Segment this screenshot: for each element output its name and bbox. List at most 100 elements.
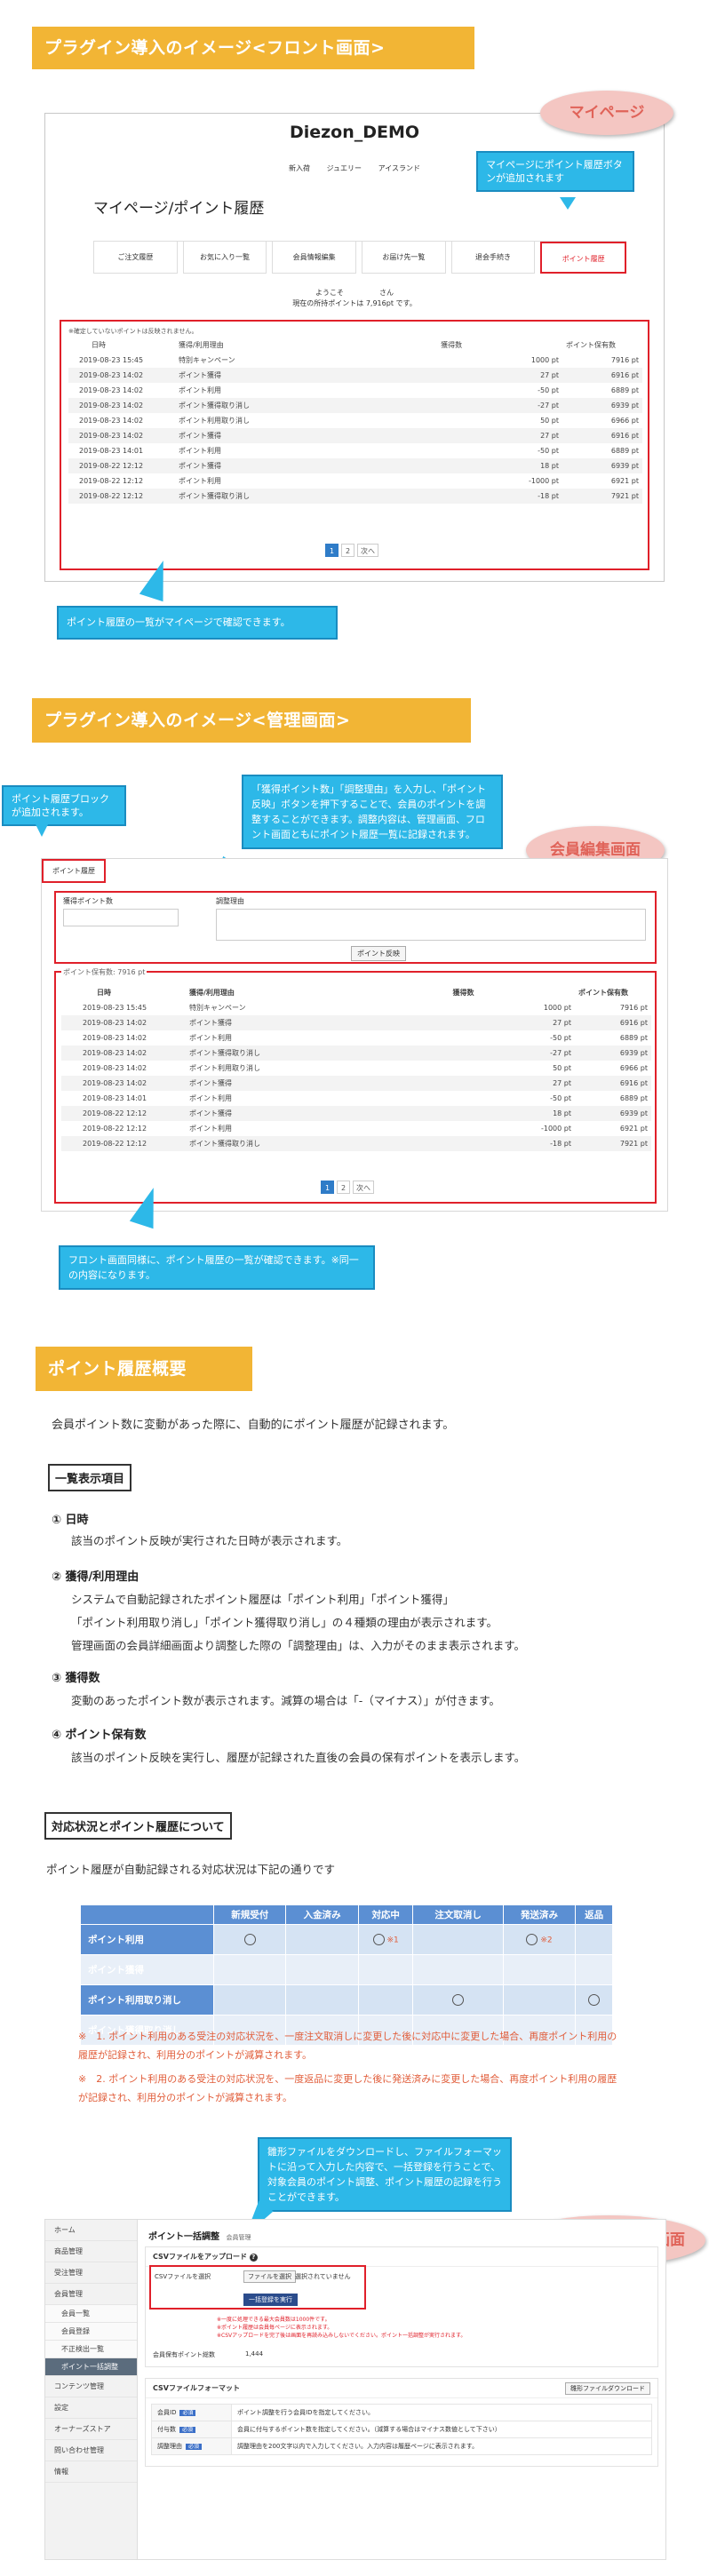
format-row: 会員ID 必須 ポイント調整を行う会員IDを指定してください。	[151, 2404, 652, 2421]
row-reason: ポイント獲得	[179, 432, 221, 440]
sidebar-item[interactable]: 設定	[45, 2397, 137, 2419]
upload-note: ※CSVアップロードを完了後は画面を再読み込みしないでください。ポイント一括調整…	[217, 2333, 466, 2339]
sidebar-item[interactable]: 情報	[45, 2461, 137, 2483]
row-datetime: 2019-08-23 14:02	[79, 371, 144, 379]
row-datetime: 2019-08-22 12:12	[79, 477, 144, 485]
upload-title-text: CSVファイルをアップロード	[153, 2253, 247, 2261]
row-reason: 特別キャンペーン	[179, 356, 235, 364]
format-row: 付与数 必須 会員に付与するポイント数を指定してください。（減算する場合はマイナス数…	[151, 2421, 652, 2438]
row-datetime: 2019-08-23 14:02	[79, 402, 144, 409]
admin-history-table: 日時 獲得/利用理由 獲得数 ポイント保有数 2019-08-23 15:45 特…	[61, 985, 651, 1151]
row-reason: 特別キャンペーン	[189, 1004, 246, 1012]
format-field-name: 付与数	[157, 2426, 176, 2433]
sidebar-item[interactable]: 会員一覧	[45, 2305, 137, 2323]
sidebar-item[interactable]: ホーム	[45, 2220, 137, 2241]
circle-mark-icon	[372, 1934, 385, 1945]
front-banner: プラグイン導入のイメージ<フロント画面>	[32, 27, 474, 69]
page-2-link[interactable]: 2	[341, 544, 354, 557]
bulk-page-title: ポイント一括調整 会員管理	[148, 2229, 251, 2242]
status-cell	[412, 1984, 504, 2015]
status-cell: ※1	[357, 1924, 414, 1955]
format-field: 会員ID 必須	[151, 2404, 232, 2421]
format-desc: 調整理由を200文字以内で入力してください。入力内容は履歴ページに表示されます。	[231, 2437, 652, 2455]
sidebar-item[interactable]: 受注管理	[45, 2262, 137, 2284]
row-balance: 6921 pt	[610, 477, 639, 485]
row-balance: 6889 pt	[610, 386, 639, 394]
tab-withdraw[interactable]: 退会手続き	[450, 242, 536, 274]
row-datetime: 2019-08-23 15:45	[83, 1004, 147, 1012]
status-row-label: ポイント利用取り消し	[80, 1984, 214, 2015]
list-items-heading: 一覧表示項目	[48, 1464, 132, 1491]
status-row-label: ポイント利用	[80, 1924, 214, 1955]
status-col: 対応中	[357, 1904, 414, 1925]
tab-addresses[interactable]: お届け先一覧	[362, 242, 446, 274]
row-earned: -27 pt	[538, 402, 559, 409]
sidebar-item[interactable]: 問い合わせ管理	[45, 2440, 137, 2461]
nav-item[interactable]: ジュエリー	[327, 164, 362, 172]
welcome-line: ようこそ さん	[315, 289, 394, 297]
next-page-link[interactable]: 次へ	[357, 544, 378, 557]
sidebar-item[interactable]: オーナーズストア	[45, 2419, 137, 2440]
next-page-link[interactable]: 次へ	[353, 1181, 374, 1194]
sidebar-item[interactable]: 会員登録	[45, 2323, 137, 2341]
tab-point-history[interactable]: ポイント履歴	[540, 242, 627, 274]
row-datetime: 2019-08-23 14:01	[83, 1094, 147, 1102]
apply-points-button[interactable]: ポイント反映	[351, 946, 406, 961]
row-reason: ポイント利用	[189, 1094, 232, 1102]
sidebar-item[interactable]: 会員管理	[45, 2284, 137, 2305]
row-balance: 6939 pt	[610, 402, 639, 409]
sidebar-item[interactable]: 不正検出一覧	[45, 2341, 137, 2358]
row-earned: -1000 pt	[528, 477, 559, 485]
reason-label: 調整理由	[216, 897, 244, 905]
row-balance: 6916 pt	[619, 1079, 648, 1087]
required-badge: 必須	[186, 2444, 203, 2450]
page-1-link[interactable]: 1	[325, 544, 339, 557]
row-reason: ポイント獲得取り消し	[179, 492, 250, 500]
sidebar-item[interactable]: ポイント一括調整	[45, 2358, 137, 2376]
row-datetime: 2019-08-23 14:02	[83, 1049, 147, 1057]
status-cell	[357, 1984, 414, 2015]
row-reason: ポイント利用	[179, 477, 221, 485]
nav-item[interactable]: アイスランド	[378, 164, 420, 172]
help-icon[interactable]: ?	[249, 2254, 258, 2262]
nav-item[interactable]: 新入荷	[289, 164, 310, 172]
tab-order-history[interactable]: ご注文履歴	[93, 242, 178, 274]
admin-screenshot: ポイント履歴 獲得ポイント数 調整理由 ポイント反映 ポイント保有数: 7916…	[41, 858, 668, 1212]
col-datetime: 日時	[97, 989, 111, 997]
tab-favorites[interactable]: お気に入り一覧	[182, 242, 267, 274]
required-badge: 必須	[179, 2410, 196, 2416]
row-earned: -18 pt	[550, 1140, 571, 1148]
history-row: 2019-08-22 12:12 ポイント獲得取り消し -18 pt 7921 pt	[68, 489, 642, 504]
sidebar-item[interactable]: コンテンツ管理	[45, 2376, 137, 2397]
corner-cell	[80, 1904, 214, 1925]
mypage-tabs: ご注文履歴 お気に入り一覧 会員情報編集 お届け先一覧 退会手続き ポイント履歴	[93, 241, 627, 274]
file-choose-button[interactable]: ファイルを選択	[243, 2270, 296, 2283]
row-earned: 27 pt	[540, 371, 559, 379]
sidebar-item[interactable]: 商品管理	[45, 2241, 137, 2262]
front-list-callout: ポイント履歴の一覧がマイページで確認できます。	[57, 606, 338, 640]
points-input[interactable]	[63, 909, 179, 926]
row-reason: ポイント利用	[189, 1034, 232, 1042]
row-earned: -50 pt	[538, 447, 559, 455]
front-history-table: 日時 獲得/利用理由 獲得数 ポイント保有数 2019-08-23 15:45 特…	[68, 338, 642, 504]
template-download-button[interactable]: 雛形ファイルダウンロード	[565, 2382, 650, 2395]
status-row: ポイント利用取り消し	[80, 1984, 613, 2015]
admin-sidebar: ホーム 商品管理 受注管理 会員管理 会員一覧 会員登録 不正検出一覧 ポイント一括調整 コンテ…	[45, 2220, 138, 2559]
row-reason: ポイント獲得	[189, 1019, 232, 1027]
format-field: 調整理由 必須	[151, 2437, 232, 2455]
circle-mark-icon	[588, 1994, 601, 2006]
reason-textarea[interactable]	[216, 909, 646, 941]
upload-card: CSVファイルをアップロード ? CSVファイルを選択 ファイルを選択 選択され…	[145, 2246, 658, 2367]
status-cell	[412, 1954, 504, 1985]
row-earned: -50 pt	[538, 386, 559, 394]
tab-member-edit[interactable]: 会員情報編集	[272, 242, 357, 274]
bulk-submit-button[interactable]: 一括登録を実行	[243, 2294, 298, 2306]
row-datetime: 2019-08-22 12:12	[83, 1125, 147, 1133]
row-balance: 6966 pt	[610, 417, 639, 425]
page-1-link[interactable]: 1	[321, 1181, 334, 1194]
history-row: 2019-08-22 12:12 ポイント獲得 18 pt 6939 pt	[68, 458, 642, 473]
row-datetime: 2019-08-23 14:02	[83, 1079, 147, 1087]
row-earned: 50 pt	[540, 417, 559, 425]
page-2-link[interactable]: 2	[337, 1181, 350, 1194]
col-earned: 獲得数	[441, 341, 463, 349]
